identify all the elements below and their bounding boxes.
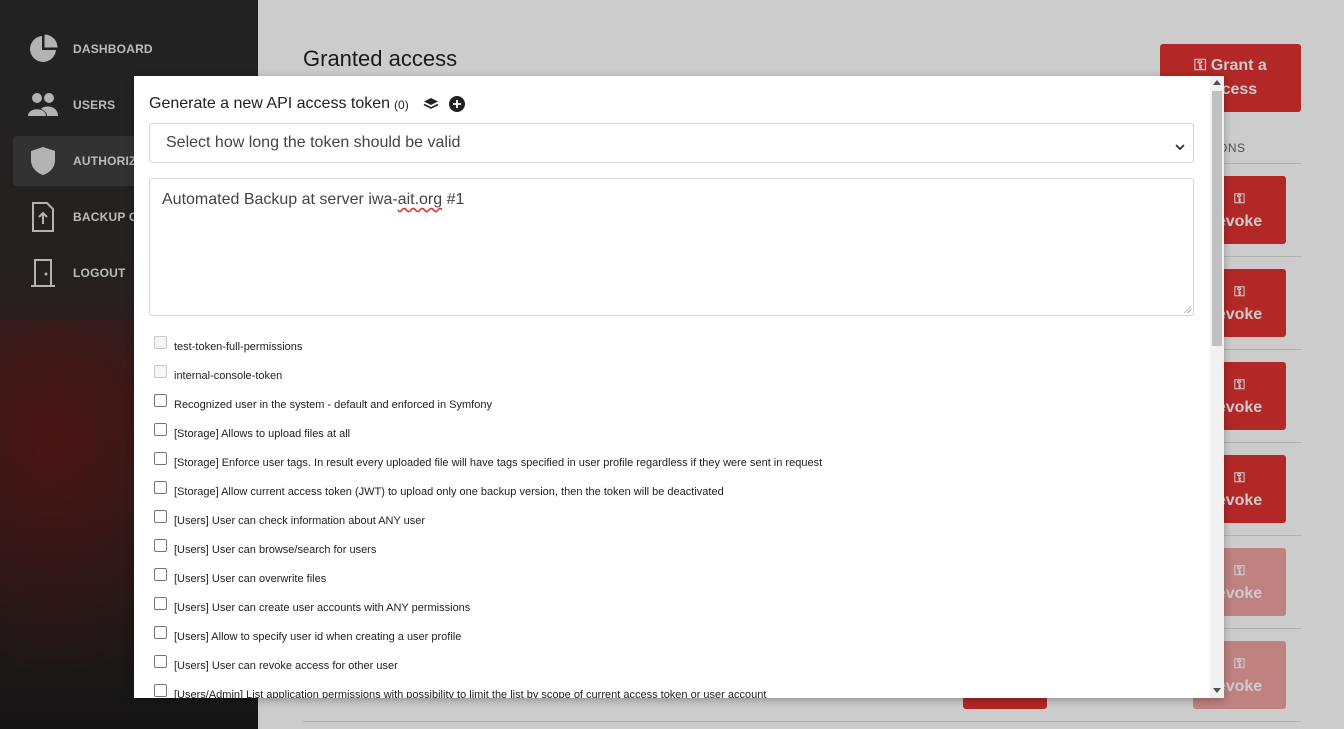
permission-option[interactable]: [Users] User can browse/search for users xyxy=(154,537,376,557)
permission-checkbox[interactable] xyxy=(154,480,167,494)
permission-checkbox[interactable] xyxy=(154,538,167,552)
permission-checkbox xyxy=(154,364,167,378)
modal-title: Generate a new API access token (0) xyxy=(149,95,465,113)
permission-label: [Users] User can create user accounts wi… xyxy=(174,602,471,614)
plus-circle-icon[interactable] xyxy=(448,96,465,112)
permission-checkbox[interactable] xyxy=(154,596,167,610)
permission-label: [Users/Admin] List application permissio… xyxy=(174,689,767,698)
permission-checkbox[interactable] xyxy=(154,654,167,668)
scroll-down-arrow[interactable] xyxy=(1213,688,1221,693)
permission-checkbox xyxy=(154,335,167,349)
permission-option[interactable]: [Users] User can overwrite files xyxy=(154,566,326,586)
permission-checkbox[interactable] xyxy=(154,509,167,523)
scroll-thumb[interactable] xyxy=(1212,91,1222,346)
permission-label: [Users] Allow to specify user id when cr… xyxy=(174,631,462,643)
permission-label: [Storage] Allow current access token (JW… xyxy=(174,486,724,498)
resize-handle[interactable] xyxy=(1183,305,1191,313)
permission-option[interactable]: test-token-full-permissions xyxy=(154,334,302,354)
permission-label: [Users] User can check information about… xyxy=(174,515,426,527)
permission-option[interactable]: [Storage] Allow current access token (JW… xyxy=(154,479,724,499)
layers-icon[interactable] xyxy=(423,97,439,111)
permission-checkbox[interactable] xyxy=(154,422,167,436)
permission-option[interactable]: [Users] Allow to specify user id when cr… xyxy=(154,624,461,644)
permission-label: [Users] User can browse/search for users xyxy=(174,544,377,556)
permission-option[interactable]: [Storage] Enforce user tags. In result e… xyxy=(154,450,822,470)
permission-checkbox[interactable] xyxy=(154,683,167,697)
permission-label: Recognized user in the system - default … xyxy=(174,399,492,411)
scroll-up-arrow[interactable] xyxy=(1213,80,1221,85)
token-validity-select[interactable]: Select how long the token should be vali… xyxy=(149,123,1194,163)
modal-scrollbar[interactable] xyxy=(1210,76,1224,698)
permission-label: [Storage] Enforce user tags. In result e… xyxy=(174,457,823,469)
token-count: (0) xyxy=(394,98,409,112)
permission-checkbox[interactable] xyxy=(154,451,167,465)
permission-option[interactable]: [Users] User can create user accounts wi… xyxy=(154,595,470,615)
permission-option[interactable]: internal-console-token xyxy=(154,363,282,383)
permission-label: [Users] User can overwrite files xyxy=(174,573,327,585)
permission-label: [Storage] Allows to upload files at all xyxy=(174,428,351,440)
chevron-down-icon xyxy=(1175,138,1185,156)
permission-checkbox[interactable] xyxy=(154,393,167,407)
permission-checkbox[interactable] xyxy=(154,625,167,639)
permission-option[interactable]: [Users] User can check information about… xyxy=(154,508,425,528)
permission-option[interactable]: [Storage] Allows to upload files at all xyxy=(154,421,350,441)
permission-option[interactable]: [Users/Admin] List application permissio… xyxy=(154,682,766,698)
permission-option[interactable]: Recognized user in the system - default … xyxy=(154,392,492,412)
generate-token-modal: Generate a new API access token (0) Sele… xyxy=(134,76,1224,698)
permission-checkbox[interactable] xyxy=(154,567,167,581)
permission-label: test-token-full-permissions xyxy=(174,341,303,353)
token-description-textarea[interactable]: Automated Backup at server iwa-ait.org #… xyxy=(149,178,1194,316)
permission-label: internal-console-token xyxy=(174,370,283,382)
permission-label: [Users] User can revoke access for other… xyxy=(174,660,398,672)
permission-option[interactable]: [Users] User can revoke access for other… xyxy=(154,653,398,673)
